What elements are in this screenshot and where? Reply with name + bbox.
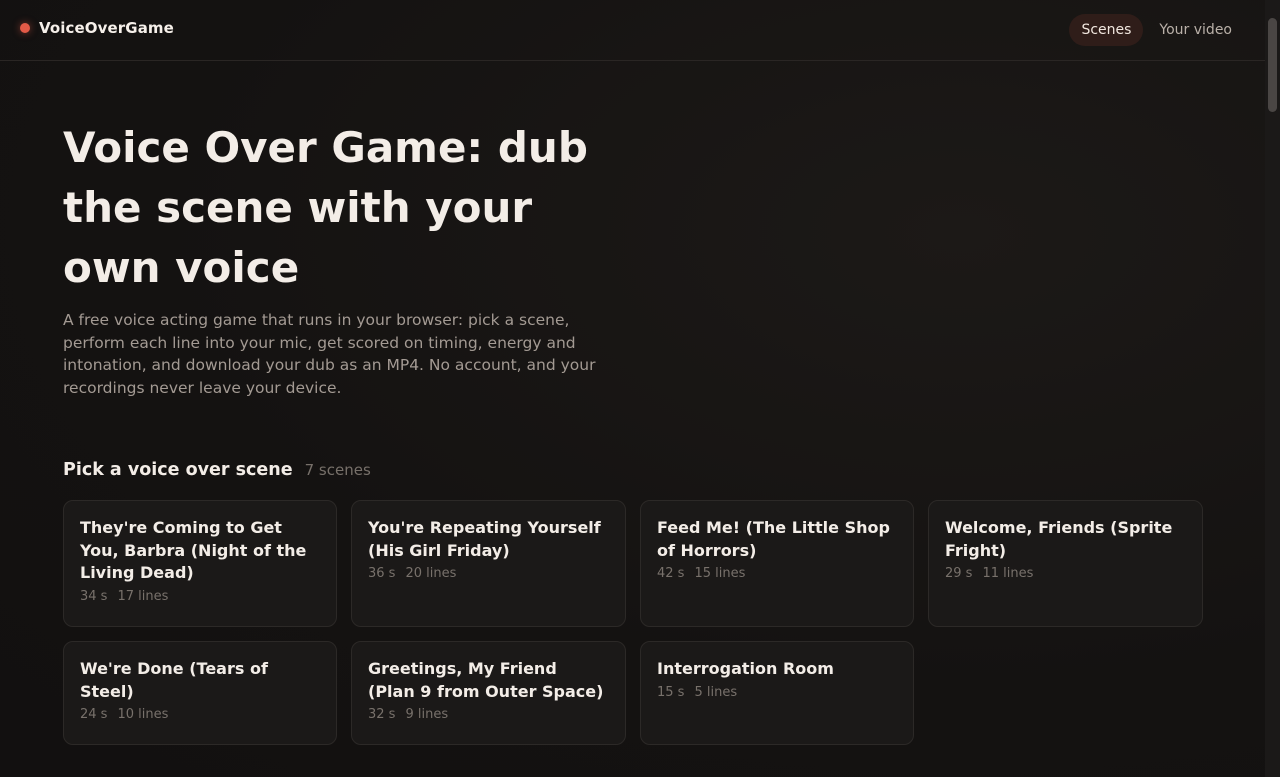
brand-name: VoiceOverGame	[39, 19, 174, 37]
scene-duration: 32 s	[368, 707, 396, 722]
scene-card[interactable]: You're Repeating Yourself (His Girl Frid…	[351, 500, 626, 627]
scene-title: You're Repeating Yourself (His Girl Frid…	[368, 518, 601, 560]
page: VoiceOverGame Scenes Your video Voice Ov…	[0, 0, 1280, 777]
scene-duration: 24 s	[80, 707, 108, 722]
record-dot-icon	[20, 23, 30, 33]
scene-card[interactable]: They're Coming to Get You, Barbra (Night…	[63, 500, 337, 627]
scene-meta: 32 s 9 lines	[368, 707, 609, 722]
scene-meta: 34 s 17 lines	[80, 589, 320, 604]
main-nav: Scenes Your video	[1069, 14, 1244, 46]
scene-meta: 15 s 5 lines	[657, 685, 897, 700]
scene-duration: 15 s	[657, 684, 685, 700]
scenes-count: 7 scenes	[304, 461, 371, 479]
scene-card[interactable]: Greetings, My Friend (Plan 9 from Outer …	[351, 641, 626, 745]
page-title: Voice Over Game: dub the scene with your…	[63, 123, 588, 292]
scene-meta: 36 s 20 lines	[368, 566, 609, 581]
tab-scenes[interactable]: Scenes	[1069, 14, 1144, 46]
top-bar: VoiceOverGame Scenes Your video	[0, 0, 1265, 61]
scenes-header: Pick a voice over scene 7 scenes	[63, 460, 371, 480]
scrollbar-thumb[interactable]	[1268, 18, 1277, 112]
tab-your-video[interactable]: Your video	[1147, 14, 1244, 46]
scene-meta: 24 s 10 lines	[80, 707, 320, 722]
scene-meta: 29 s 11 lines	[945, 566, 1186, 581]
scene-lines: 5 lines	[694, 684, 738, 700]
scene-card[interactable]: Interrogation Room 15 s 5 lines	[640, 641, 914, 745]
scene-lines: 17 lines	[117, 588, 169, 604]
page-scrollbar[interactable]	[1265, 0, 1280, 777]
scene-title: Greetings, My Friend (Plan 9 from Outer …	[368, 659, 604, 701]
scene-lines: 10 lines	[117, 707, 169, 722]
scene-meta: 42 s 15 lines	[657, 566, 897, 581]
scene-lines: 20 lines	[405, 566, 457, 581]
scene-duration: 42 s	[657, 566, 685, 581]
scene-duration: 34 s	[80, 588, 108, 604]
scenes-heading: Pick a voice over scene	[63, 460, 293, 480]
scene-lines: 11 lines	[982, 566, 1034, 581]
scene-title: Welcome, Friends (Sprite Fright)	[945, 518, 1173, 560]
scene-lines: 15 lines	[694, 566, 746, 581]
scene-duration: 29 s	[945, 566, 973, 581]
scene-lines: 9 lines	[405, 707, 449, 722]
scene-title: Interrogation Room	[657, 659, 834, 678]
scene-duration: 36 s	[368, 566, 396, 581]
brand[interactable]: VoiceOverGame	[20, 19, 174, 37]
scene-card[interactable]: Welcome, Friends (Sprite Fright) 29 s 11…	[928, 500, 1203, 627]
scene-title: We're Done (Tears of Steel)	[80, 659, 268, 701]
scene-card[interactable]: Feed Me! (The Little Shop of Horrors) 42…	[640, 500, 914, 627]
scene-title: Feed Me! (The Little Shop of Horrors)	[657, 518, 890, 560]
page-description: A free voice acting game that runs in yo…	[63, 311, 596, 397]
scene-card[interactable]: We're Done (Tears of Steel) 24 s 10 line…	[63, 641, 337, 745]
scene-title: They're Coming to Get You, Barbra (Night…	[80, 518, 307, 582]
